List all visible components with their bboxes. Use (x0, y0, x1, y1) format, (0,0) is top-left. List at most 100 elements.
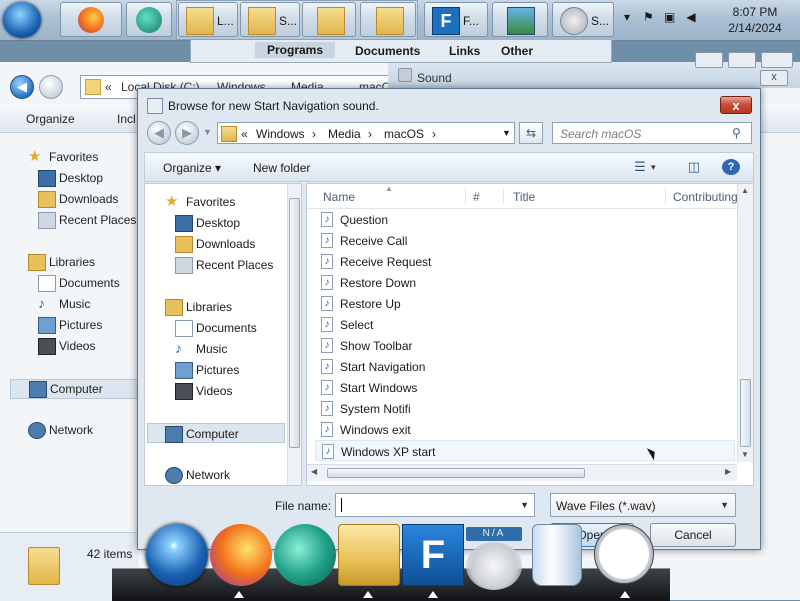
column-title[interactable]: Title (513, 190, 535, 204)
window-minimize-button[interactable] (695, 52, 723, 68)
list-item[interactable]: ♪ Receive Request (315, 251, 735, 272)
file-list-scrollbar[interactable]: ▲ ▼ (737, 184, 753, 462)
file-list-hscrollbar-thumb[interactable] (327, 468, 585, 478)
jump-links[interactable]: Links (449, 44, 480, 58)
cancel-button[interactable]: Cancel (650, 523, 736, 547)
nav-scrollbar-thumb[interactable] (289, 198, 300, 448)
list-item[interactable]: ♪ Question (315, 209, 735, 230)
taskbar-firefox[interactable] (60, 2, 122, 37)
jump-documents[interactable]: Documents (355, 44, 420, 58)
address-bar[interactable]: « Windows › Media › macOS › ▼ (217, 122, 515, 144)
window-close-button[interactable] (761, 52, 793, 68)
list-item[interactable]: ♪ Show Toolbar (315, 335, 735, 356)
list-item[interactable]: ♪ Restore Up (315, 293, 735, 314)
breadcrumb-sep-2[interactable]: › (368, 127, 372, 141)
recycle-bin-icon[interactable] (532, 524, 582, 586)
taskbar-display[interactable] (492, 2, 548, 37)
close-button[interactable]: x (720, 96, 752, 114)
breadcrumb-windows[interactable]: Windows (256, 127, 305, 141)
breadcrumb-media[interactable]: Media (328, 127, 361, 141)
nav-pictures[interactable]: Pictures (145, 360, 295, 380)
nav-libraries[interactable]: Libraries (145, 297, 295, 317)
firefox-icon[interactable] (210, 524, 272, 586)
file-list-scrollbar-thumb[interactable] (740, 379, 751, 447)
list-item[interactable]: ♪ Select (315, 314, 735, 335)
list-item[interactable]: ♪ System Notifi (315, 398, 735, 419)
nav-downloads[interactable]: Downloads (145, 234, 295, 254)
nav-videos[interactable]: Videos (145, 381, 295, 401)
back-button[interactable]: ◀ (10, 75, 34, 99)
taskbar-app-f[interactable]: F F... (424, 2, 488, 37)
column-separator[interactable] (665, 188, 666, 204)
breadcrumb-sep-1[interactable]: › (312, 127, 316, 141)
file-type-select[interactable]: Wave Files (*.wav) ▼ (550, 493, 736, 517)
taskbar-folder-3[interactable] (302, 2, 356, 37)
file-name-input[interactable]: ▼ (335, 493, 535, 517)
app-icon[interactable] (274, 524, 336, 586)
scroll-left-icon[interactable]: ◀ (311, 467, 317, 476)
chevron-down-icon[interactable]: ▼ (520, 500, 529, 510)
recent-locations-dropdown[interactable]: ▼ (203, 127, 212, 137)
sound-close-button[interactable]: x (760, 70, 788, 86)
back-button[interactable]: ◀ (147, 121, 171, 145)
column-separator[interactable] (465, 188, 466, 204)
nav-scrollbar[interactable] (287, 184, 301, 485)
help-icon[interactable]: ? (722, 159, 740, 175)
start-button[interactable] (3, 2, 41, 38)
scroll-up-icon[interactable]: ▲ (741, 186, 749, 195)
network-tray-icon[interactable]: ▣ (663, 10, 677, 24)
taskbar-sound[interactable]: S... (552, 2, 614, 37)
column-separator[interactable] (503, 188, 504, 204)
file-list-hscrollbar[interactable]: ◀ ▶ (307, 464, 737, 481)
breadcrumb-overflow[interactable]: « (241, 127, 248, 141)
gear-icon[interactable] (466, 542, 522, 590)
windows-start-icon[interactable] (146, 524, 208, 586)
clock-icon[interactable] (594, 524, 654, 584)
scroll-down-icon[interactable]: ▼ (741, 450, 749, 459)
nav-network[interactable]: Network (145, 465, 295, 485)
address-dropdown[interactable]: ▼ (502, 128, 511, 138)
column-number[interactable]: # (473, 190, 480, 204)
search-input[interactable]: Search macOS ⚲ (552, 122, 752, 144)
jump-other[interactable]: Other (501, 44, 533, 58)
clock[interactable]: 8:07 PM 2/14/2024 (715, 4, 795, 36)
taskbar-folder-1[interactable]: L... (178, 2, 238, 37)
list-item[interactable]: ♪ Start Windows (315, 377, 735, 398)
list-item[interactable]: ♪ Restore Down (315, 272, 735, 293)
column-contributing[interactable]: Contributing (673, 190, 738, 204)
nav-favorites[interactable]: ★ Favorites (145, 192, 295, 212)
list-item[interactable]: ♪ Windows XP start (315, 440, 735, 461)
nav-recent-places[interactable]: Recent Places (145, 255, 295, 275)
list-item[interactable]: ♪ Windows exit (315, 419, 735, 440)
app-f-icon[interactable]: F (402, 524, 464, 586)
breadcrumb-sep-3[interactable]: › (432, 127, 436, 141)
organize-button[interactable]: Organize (26, 112, 75, 126)
folder-icon[interactable] (338, 524, 400, 586)
new-folder-button[interactable]: New folder (253, 161, 310, 175)
breadcrumb-macos[interactable]: macOS (384, 127, 424, 141)
refresh-button[interactable]: ⇆ (519, 122, 543, 144)
list-item[interactable]: ♪ Receive Call (315, 230, 735, 251)
chevron-down-icon[interactable]: ▾ (651, 162, 656, 173)
view-options-icon[interactable]: ☰ (631, 159, 649, 175)
preview-pane-icon[interactable]: ◫ (685, 159, 703, 175)
taskbar-app[interactable] (126, 2, 172, 37)
volume-icon[interactable]: ◀ (684, 10, 698, 24)
bg-nav-computer[interactable]: Computer (10, 379, 138, 399)
scroll-right-icon[interactable]: ▶ (725, 467, 731, 476)
forward-button[interactable]: ▶ (175, 121, 199, 145)
organize-button[interactable]: Organize ▾ (163, 161, 221, 175)
flag-icon[interactable]: ⚑ (641, 10, 655, 24)
window-maximize-button[interactable] (728, 52, 756, 68)
taskbar-folder-4[interactable] (360, 2, 416, 37)
taskbar-folder-2[interactable]: S... (240, 2, 300, 37)
forward-button[interactable] (39, 75, 63, 99)
chevron-down-icon[interactable]: ▾ (620, 10, 634, 24)
jump-programs[interactable]: Programs (255, 42, 336, 58)
column-name[interactable]: Name (323, 190, 355, 204)
nav-music[interactable]: ♪ Music (145, 339, 295, 359)
breadcrumb-overflow[interactable]: « (105, 80, 112, 94)
list-item[interactable]: ♪ Start Navigation (315, 356, 735, 377)
nav-documents[interactable]: Documents (145, 318, 295, 338)
nav-computer[interactable]: Computer (147, 423, 285, 443)
